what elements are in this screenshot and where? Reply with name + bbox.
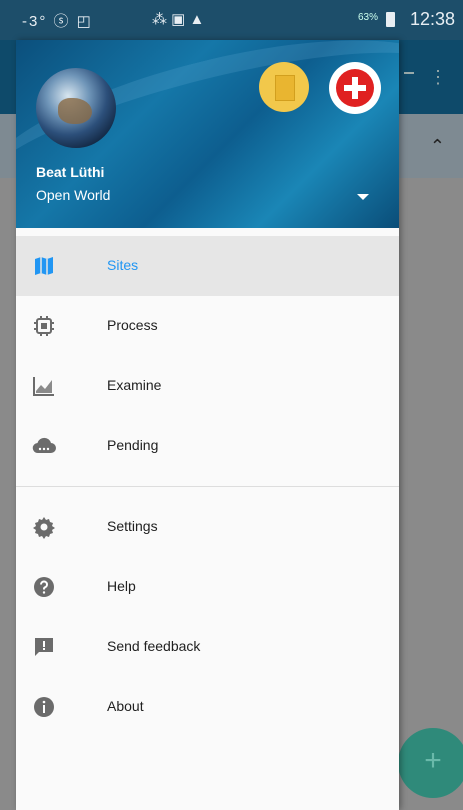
swiss-flag-icon[interactable] bbox=[329, 62, 381, 114]
add-fab-button[interactable]: + bbox=[398, 728, 463, 798]
menu-divider bbox=[16, 486, 399, 487]
clock: 12:38 bbox=[409, 9, 455, 29]
menu-item-about[interactable]: About bbox=[16, 677, 399, 737]
help-icon bbox=[34, 577, 54, 597]
building-badge-icon[interactable] bbox=[259, 62, 309, 112]
gear-icon bbox=[33, 517, 55, 539]
cross-horizontal bbox=[344, 85, 366, 91]
chevron-down-icon[interactable] bbox=[357, 194, 369, 200]
menu-label: Process bbox=[107, 317, 158, 333]
menu-label: Help bbox=[107, 578, 136, 594]
battery-percent: 63% bbox=[358, 12, 379, 23]
account-selector[interactable]: Open World bbox=[36, 187, 110, 203]
earth-land bbox=[58, 98, 92, 124]
back-arrow-icon bbox=[404, 72, 414, 74]
chart-icon bbox=[33, 377, 54, 396]
menu-item-send-feedback[interactable]: Send feedback bbox=[16, 617, 399, 677]
menu-item-sites[interactable]: Sites bbox=[16, 236, 399, 296]
status-bar: -3° ⓢ ◰ ⁂ ▣ ▲ 63% 12:38 bbox=[0, 0, 463, 40]
menu-item-examine[interactable]: Examine bbox=[16, 356, 399, 416]
chevron-up-icon: ⌃ bbox=[429, 136, 445, 156]
menu-item-pending[interactable]: Pending bbox=[16, 416, 399, 476]
drawer-menu: Sites Process Examine Pending Settings H… bbox=[16, 236, 399, 737]
menu-label: Examine bbox=[107, 377, 162, 393]
building-icon bbox=[275, 75, 295, 101]
avatar[interactable] bbox=[36, 68, 116, 148]
drawer-header: Beat Lüthi Open World bbox=[16, 40, 399, 228]
overflow-menu-icon: ⋮ bbox=[429, 67, 447, 87]
menu-item-help[interactable]: Help bbox=[16, 557, 399, 617]
menu-label: Sites bbox=[107, 257, 139, 273]
status-left-icons: -3° ⓢ ◰ bbox=[22, 13, 93, 30]
cloud-upload-icon bbox=[32, 437, 56, 454]
menu-label: Send feedback bbox=[107, 638, 201, 654]
battery-icon bbox=[386, 12, 395, 27]
menu-label: Settings bbox=[107, 518, 158, 534]
flag-circle bbox=[336, 69, 374, 107]
info-icon bbox=[34, 697, 54, 717]
chip-icon bbox=[34, 316, 54, 336]
navigation-drawer: Beat Lüthi Open World Sites Process Exam… bbox=[16, 40, 399, 810]
user-name: Beat Lüthi bbox=[36, 164, 105, 180]
map-icon bbox=[35, 257, 53, 275]
status-mid-icons: ⁂ ▣ ▲ bbox=[152, 11, 205, 28]
menu-label: About bbox=[107, 698, 144, 714]
menu-item-settings[interactable]: Settings bbox=[16, 497, 399, 557]
feedback-icon bbox=[35, 638, 53, 656]
menu-item-process[interactable]: Process bbox=[16, 296, 399, 356]
menu-label: Pending bbox=[107, 437, 159, 453]
